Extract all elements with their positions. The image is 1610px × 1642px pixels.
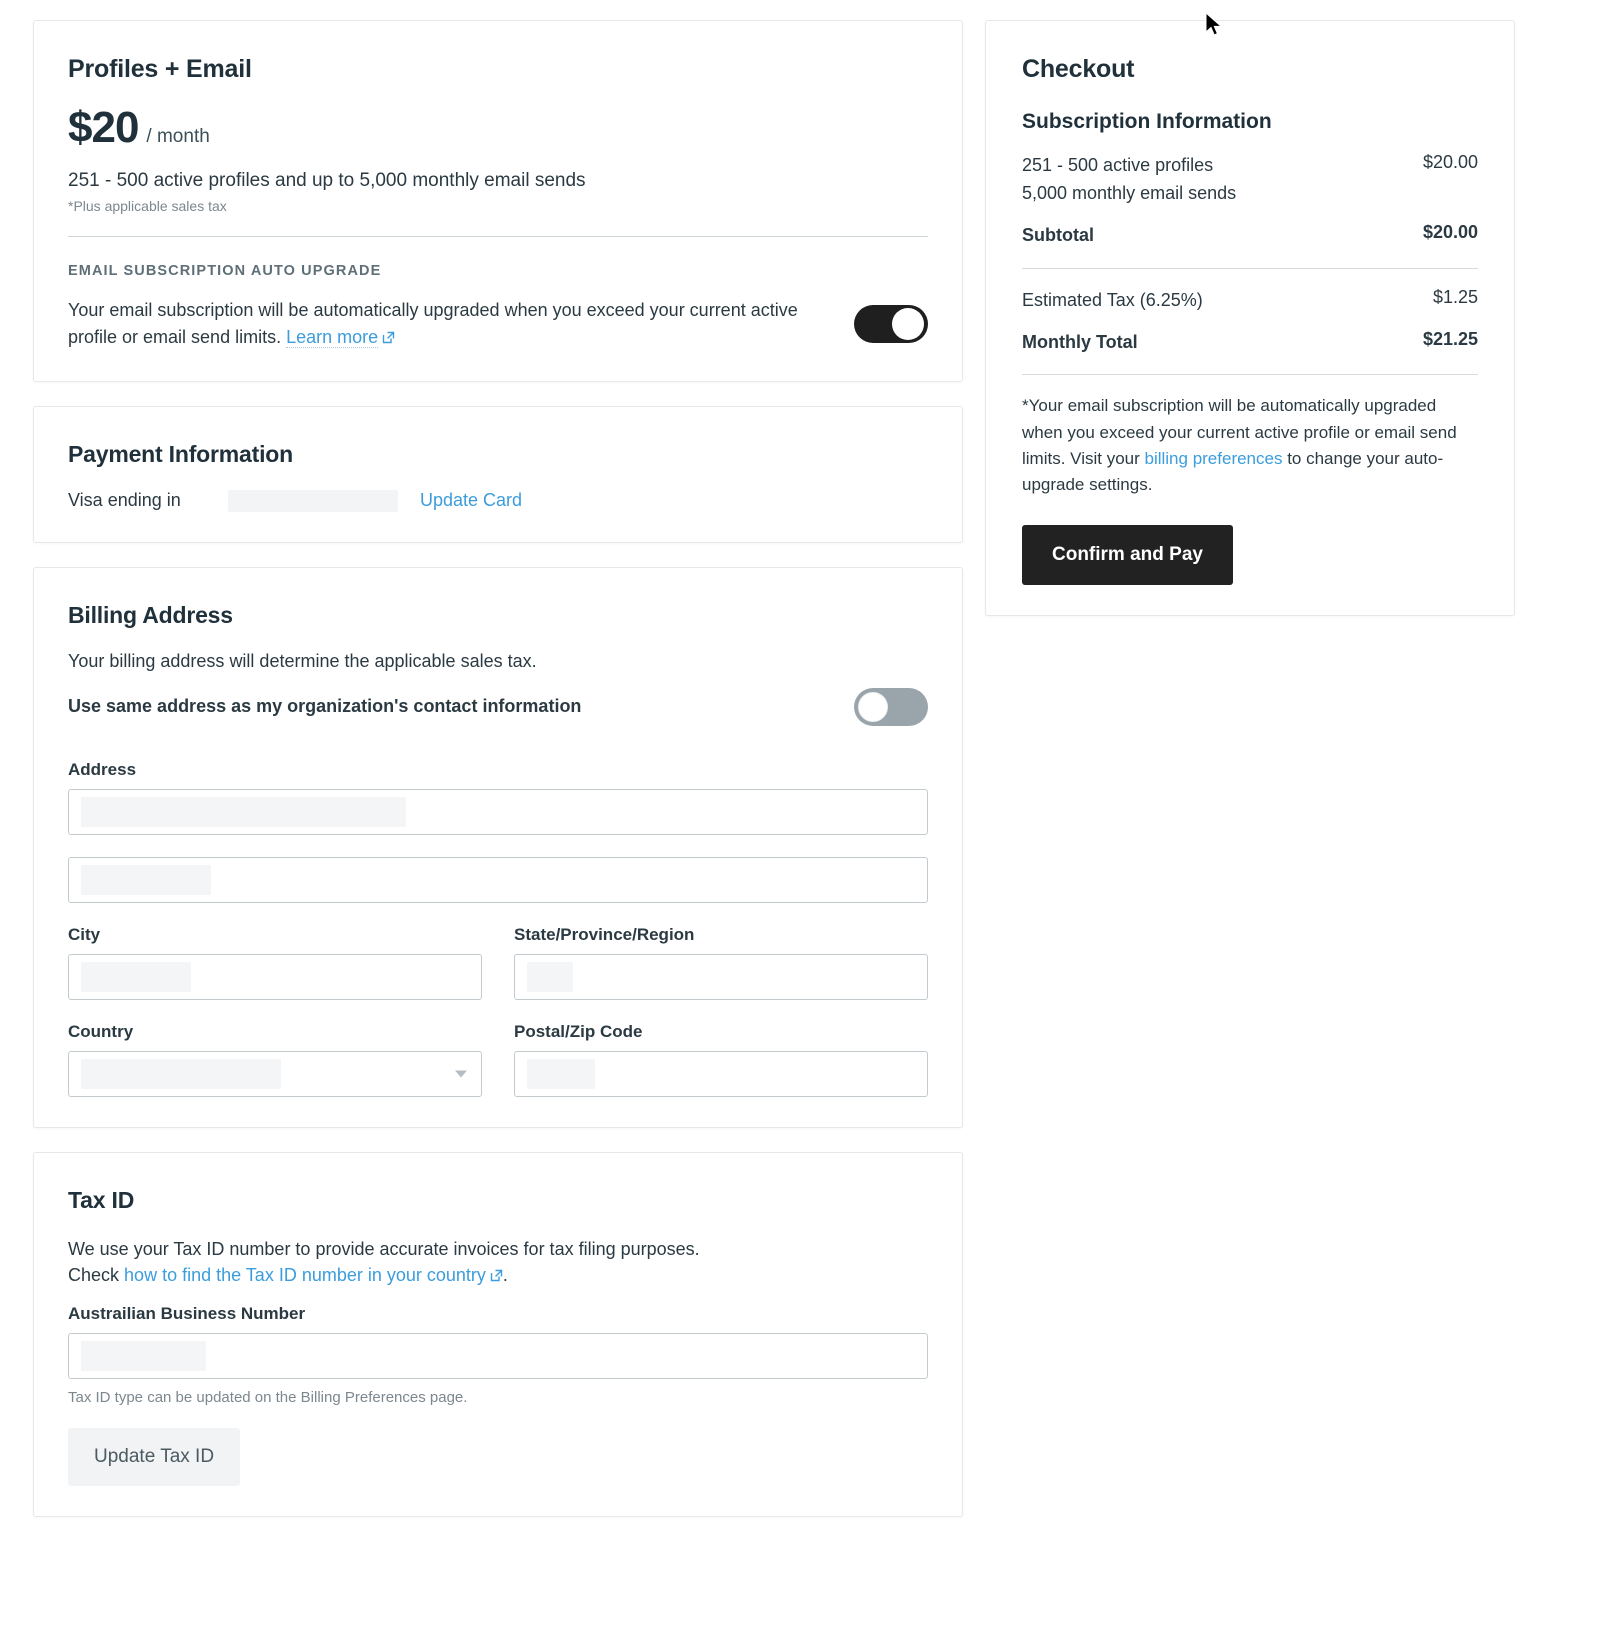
address-line2-input[interactable] bbox=[68, 856, 928, 903]
plan-description: 251 - 500 active profiles and up to 5,00… bbox=[68, 170, 586, 191]
auto-upgrade-row: Your email subscription will be automati… bbox=[68, 297, 928, 351]
payment-information-heading: Payment Information bbox=[68, 440, 293, 467]
city-label: City bbox=[68, 924, 101, 944]
tax-id-input[interactable] bbox=[68, 1332, 928, 1379]
billing-address-help-text: Your billing address will determine the … bbox=[68, 650, 537, 671]
state-value-redacted bbox=[527, 961, 573, 992]
plan-divider bbox=[68, 235, 928, 237]
postal-label: Postal/Zip Code bbox=[514, 1021, 643, 1041]
postal-value-redacted bbox=[527, 1058, 595, 1089]
address-line2-value-redacted bbox=[81, 864, 211, 895]
same-address-row: Use same address as my organization's co… bbox=[68, 687, 928, 726]
tax-id-check-prefix: Check bbox=[68, 1264, 120, 1285]
billing-preferences-link[interactable]: billing preferences bbox=[1145, 449, 1283, 468]
update-tax-id-button[interactable]: Update Tax ID bbox=[68, 1427, 241, 1486]
checkout-divider-2 bbox=[1022, 374, 1478, 376]
tax-row: Estimated Tax (6.25%) $1.25 bbox=[1022, 287, 1478, 315]
learn-more-link[interactable]: Learn more bbox=[286, 326, 379, 348]
line-item-description: 251 - 500 active profiles 5,000 monthly … bbox=[1022, 152, 1236, 208]
checkout-card: Checkout Subscription Information 251 - … bbox=[985, 20, 1515, 616]
external-link-icon bbox=[382, 331, 395, 344]
price-period: / month bbox=[146, 126, 210, 147]
city-value-redacted bbox=[81, 961, 191, 992]
country-label: Country bbox=[68, 1021, 134, 1041]
payment-row: Visa ending in Update Card bbox=[68, 489, 928, 512]
subscription-information-heading: Subscription Information bbox=[1022, 110, 1272, 133]
auto-upgrade-eyebrow: EMAIL SUBSCRIPTION AUTO UPGRADE bbox=[68, 262, 382, 279]
tax-id-heading: Tax ID bbox=[68, 1186, 135, 1213]
state-input[interactable] bbox=[514, 953, 928, 1000]
address-line2-field-block bbox=[68, 856, 928, 903]
city-input[interactable] bbox=[68, 953, 482, 1000]
country-value-redacted bbox=[81, 1058, 281, 1089]
subtotal-label: Subtotal bbox=[1022, 224, 1094, 245]
plan-card: Profiles + Email $20 / month 251 - 500 a… bbox=[33, 20, 963, 382]
chevron-down-icon bbox=[455, 1070, 467, 1078]
right-column: Checkout Subscription Information 251 - … bbox=[985, 20, 1515, 616]
line-item-desc-line1: 251 - 500 active profiles bbox=[1022, 155, 1214, 175]
update-card-link[interactable]: Update Card bbox=[420, 490, 522, 511]
tax-id-description-suffix: . bbox=[502, 1264, 508, 1285]
tax-id-card: Tax ID We use your Tax ID number to prov… bbox=[33, 1151, 963, 1517]
city-field-block: City bbox=[68, 925, 482, 1000]
auto-upgrade-toggle[interactable] bbox=[854, 304, 928, 343]
billing-address-card: Billing Address Your billing address wil… bbox=[33, 566, 963, 1128]
plan-title: Profiles + Email bbox=[68, 55, 252, 83]
tax-id-value-redacted bbox=[81, 1340, 206, 1371]
card-label: Visa ending in bbox=[68, 490, 181, 511]
subtotal-amount: $20.00 bbox=[1422, 221, 1478, 242]
checkout-page: Profiles + Email $20 / month 251 - 500 a… bbox=[0, 0, 1610, 1642]
total-row: Monthly Total $21.25 bbox=[1022, 329, 1478, 357]
country-field-block: Country bbox=[68, 1022, 482, 1097]
same-address-toggle[interactable] bbox=[854, 687, 928, 726]
checkout-title: Checkout bbox=[1022, 55, 1135, 83]
address-line1-value-redacted bbox=[81, 796, 406, 827]
state-field-block: State/Province/Region bbox=[514, 925, 928, 1000]
external-link-icon bbox=[490, 1269, 503, 1282]
tax-id-note: Tax ID type can be updated on the Billin… bbox=[68, 1388, 468, 1406]
address-label: Address bbox=[68, 759, 137, 779]
tax-label: Estimated Tax (6.25%) bbox=[1022, 289, 1203, 310]
price-amount: $20 bbox=[68, 103, 139, 152]
tax-id-country-link[interactable]: how to find the Tax ID number in your co… bbox=[124, 1265, 486, 1285]
total-amount: $21.25 bbox=[1422, 328, 1478, 349]
country-postal-row: Country Postal/Zip Code bbox=[68, 1022, 928, 1097]
tax-amount: $1.25 bbox=[1432, 286, 1478, 307]
toggle-knob bbox=[858, 691, 888, 722]
price-row: $20 / month bbox=[68, 106, 928, 150]
line-item-amount: $20.00 bbox=[1422, 152, 1478, 172]
line-item-desc-line2: 5,000 monthly email sends bbox=[1022, 182, 1237, 203]
checkout-divider-1 bbox=[1022, 267, 1478, 269]
postal-field-block: Postal/Zip Code bbox=[514, 1022, 928, 1097]
billing-address-heading: Billing Address bbox=[68, 601, 233, 628]
postal-input[interactable] bbox=[514, 1050, 928, 1097]
toggle-knob bbox=[892, 307, 924, 340]
address-line1-input[interactable] bbox=[68, 788, 928, 835]
tax-id-field-label: Austrailian Business Number bbox=[68, 1303, 306, 1323]
tax-id-description: We use your Tax ID number to provide acc… bbox=[68, 1236, 928, 1288]
subtotal-row: Subtotal $20.00 bbox=[1022, 222, 1478, 250]
line-item-row: 251 - 500 active profiles 5,000 monthly … bbox=[1022, 152, 1478, 208]
auto-upgrade-description: Your email subscription will be automati… bbox=[68, 299, 798, 347]
card-digits-redacted bbox=[228, 489, 398, 512]
plan-tax-note: *Plus applicable sales tax bbox=[68, 197, 227, 214]
tax-id-description-line1: We use your Tax ID number to provide acc… bbox=[68, 1238, 700, 1259]
auto-upgrade-text: Your email subscription will be automati… bbox=[68, 297, 808, 351]
payment-information-card: Payment Information Visa ending in Updat… bbox=[33, 405, 963, 543]
city-state-row: City State/Province/Region bbox=[68, 925, 928, 1022]
checkout-disclaimer: *Your email subscription will be automat… bbox=[1022, 393, 1478, 498]
country-select[interactable] bbox=[68, 1050, 482, 1097]
total-label: Monthly Total bbox=[1022, 331, 1138, 352]
address-field-block: Address bbox=[68, 760, 928, 835]
confirm-and-pay-button[interactable]: Confirm and Pay bbox=[1022, 524, 1233, 585]
same-address-label: Use same address as my organization's co… bbox=[68, 696, 582, 717]
state-label: State/Province/Region bbox=[514, 924, 695, 944]
left-column: Profiles + Email $20 / month 251 - 500 a… bbox=[33, 20, 963, 1541]
